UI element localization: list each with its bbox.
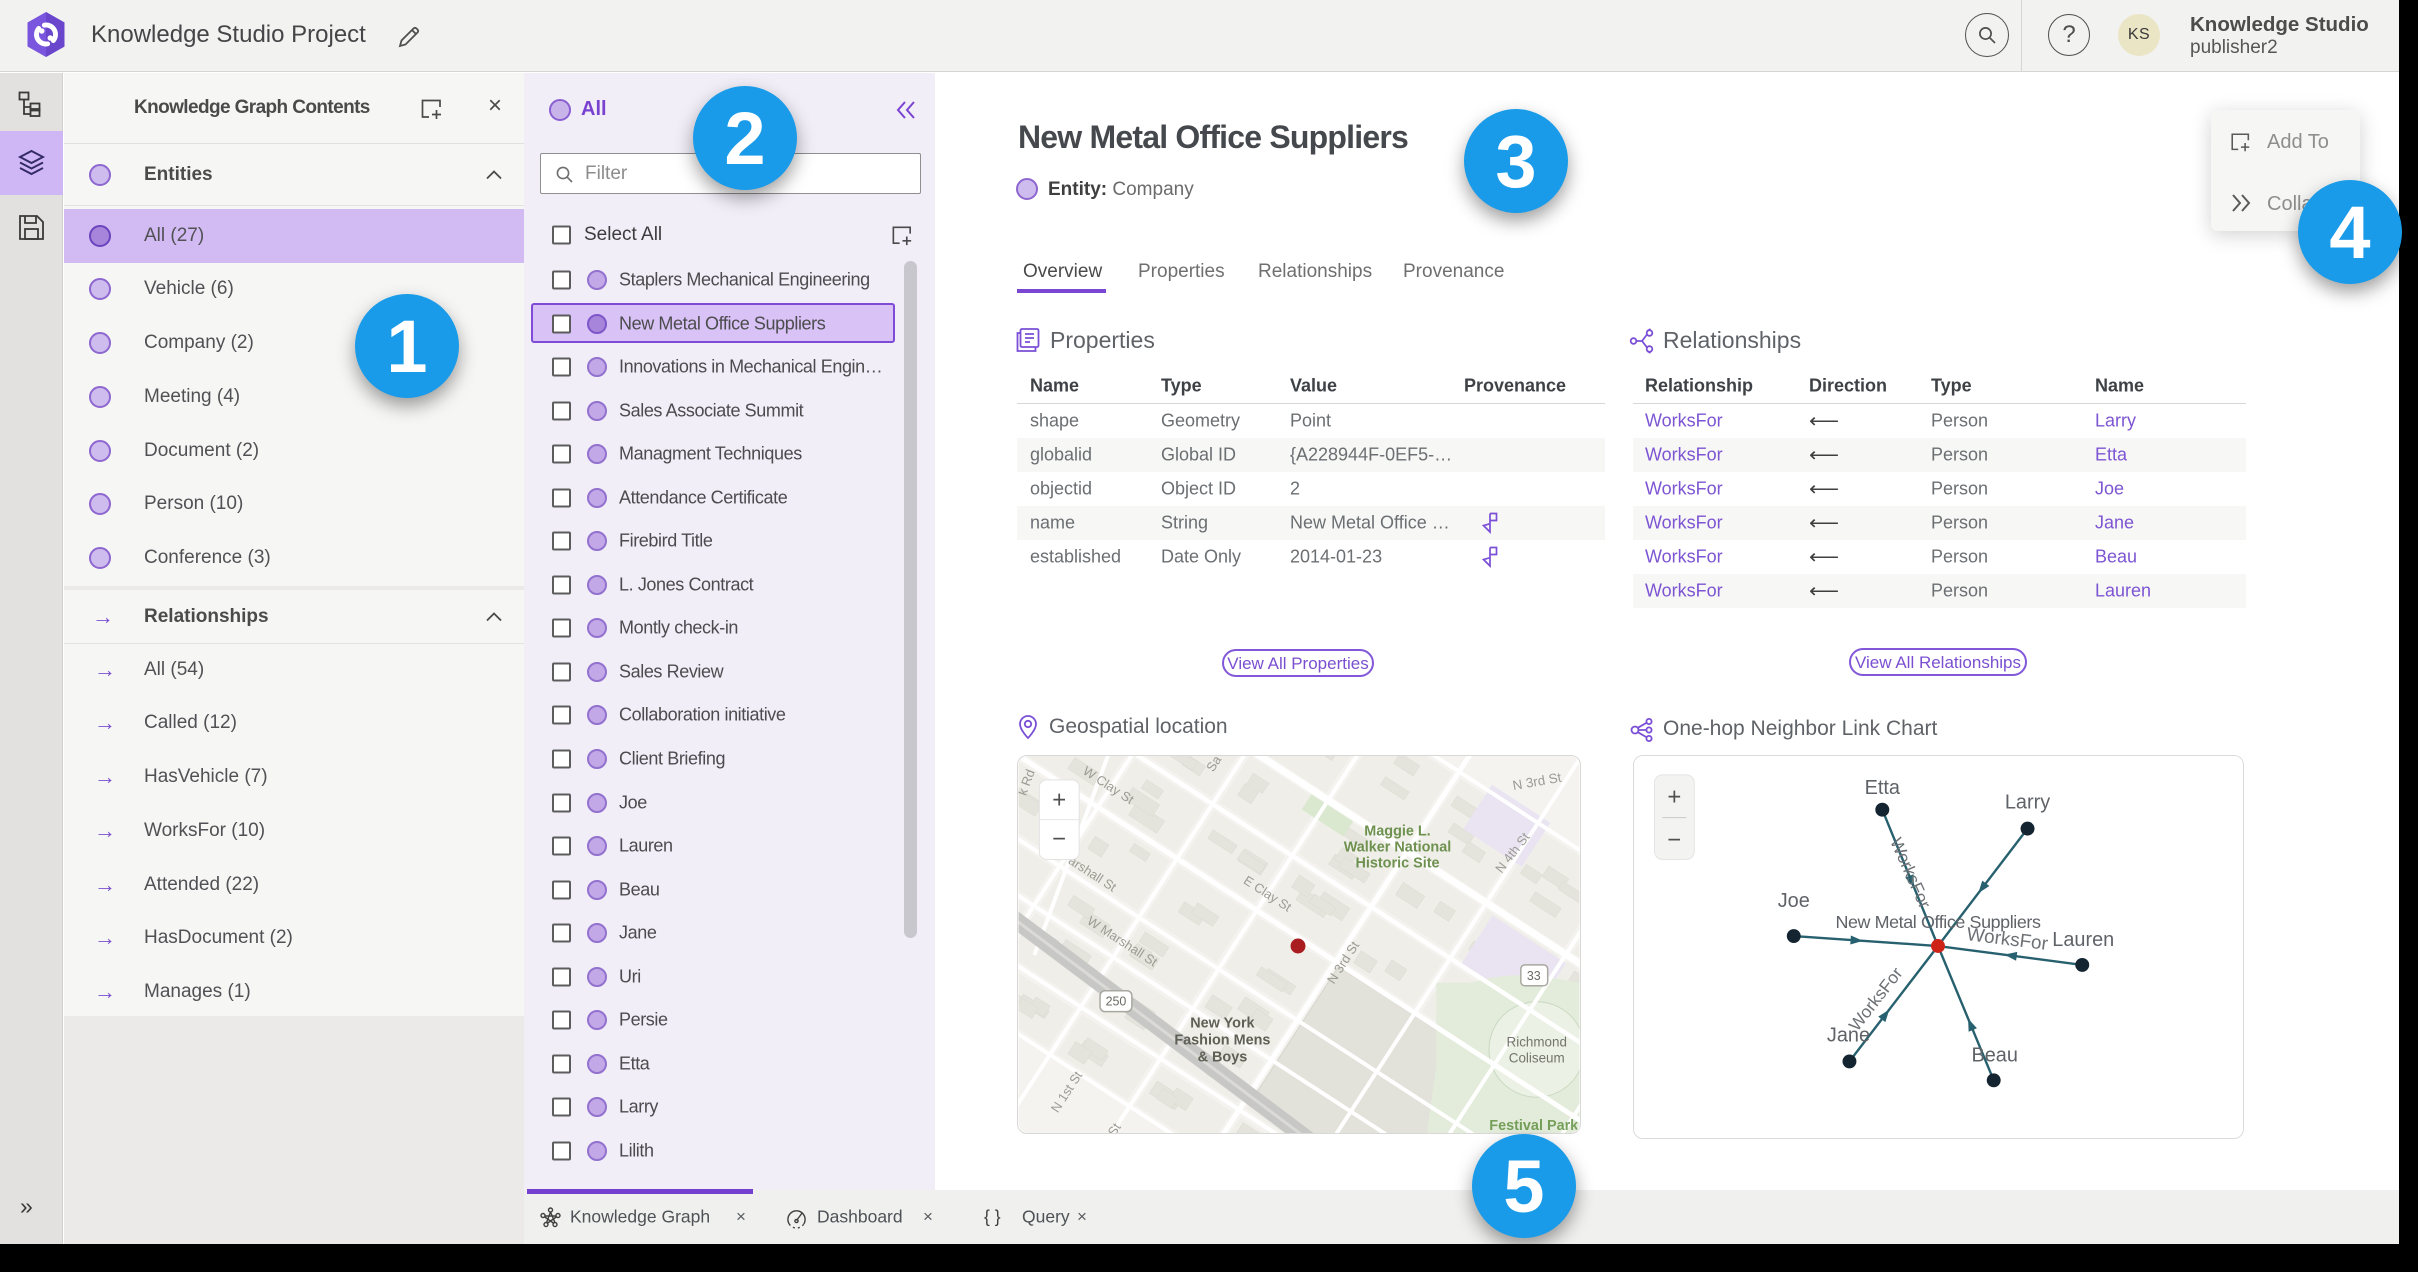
svg-text:Richmond: Richmond bbox=[1507, 1034, 1567, 1049]
svg-text:Coliseum: Coliseum bbox=[1509, 1050, 1565, 1065]
svg-text:Larry: Larry bbox=[2005, 792, 2050, 814]
svg-text:33: 33 bbox=[1527, 969, 1541, 983]
svg-text:Lauren: Lauren bbox=[2052, 929, 2114, 951]
svg-text:+: + bbox=[1052, 787, 1066, 814]
svg-text:New Metal Office Suppliers: New Metal Office Suppliers bbox=[1835, 912, 2041, 932]
svg-text:Etta: Etta bbox=[1865, 777, 1901, 799]
svg-text:New York: New York bbox=[1190, 1016, 1255, 1032]
svg-text:+: + bbox=[1667, 784, 1681, 811]
svg-text:Jane: Jane bbox=[1827, 1025, 1870, 1047]
svg-text:250: 250 bbox=[1106, 995, 1127, 1009]
svg-text:Historic Site: Historic Site bbox=[1355, 855, 1439, 871]
svg-text:Beau: Beau bbox=[1971, 1044, 2017, 1066]
svg-text:Walker National: Walker National bbox=[1344, 839, 1452, 855]
svg-text:−: − bbox=[1667, 827, 1681, 854]
svg-text:Maggie L.: Maggie L. bbox=[1364, 824, 1430, 840]
svg-text:& Boys: & Boys bbox=[1198, 1049, 1248, 1065]
svg-text:Festival Park: Festival Park bbox=[1489, 1118, 1579, 1134]
svg-text:Fashion Mens: Fashion Mens bbox=[1174, 1032, 1270, 1048]
svg-text:Joe: Joe bbox=[1778, 890, 1810, 912]
svg-text:−: − bbox=[1052, 826, 1066, 853]
